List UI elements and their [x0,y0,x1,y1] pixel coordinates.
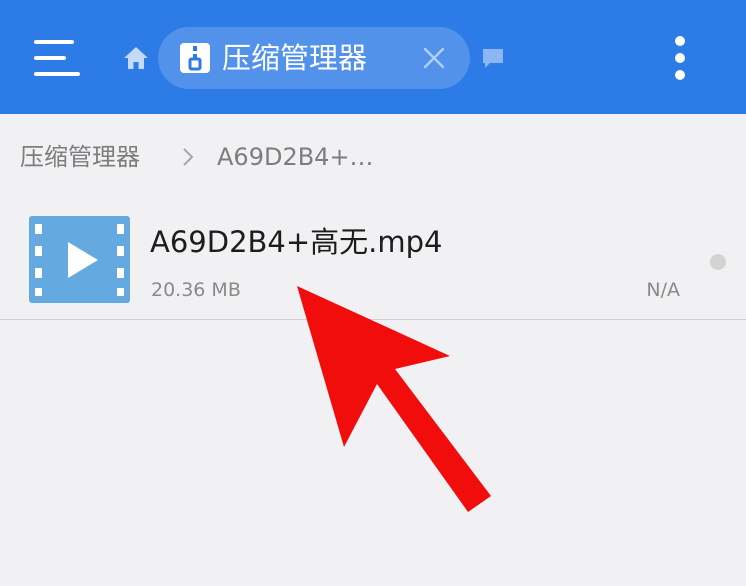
home-icon[interactable] [122,44,150,72]
breadcrumb-item-root[interactable]: 压缩管理器 [20,142,140,172]
chevron-right-icon [183,148,194,166]
close-icon[interactable] [420,44,448,72]
file-date: N/A [646,279,680,301]
tab-archive-manager[interactable]: 压缩管理器 [158,27,470,89]
top-toolbar: 压缩管理器 [0,0,746,114]
file-list-item[interactable]: A69D2B4+高无.mp4 20.36 MB N/A [0,198,746,320]
video-file-icon [29,216,130,303]
archive-manager-icon [180,43,210,73]
file-name: A69D2B4+高无.mp4 [150,225,443,259]
hamburger-menu-icon[interactable] [34,40,80,76]
list-divider [0,319,746,320]
window-list-icon[interactable] [481,47,505,69]
tab-title: 压缩管理器 [222,41,368,75]
breadcrumb: 压缩管理器 A69D2B4+… [0,114,746,198]
more-vertical-icon[interactable] [668,34,692,82]
breadcrumb-item-current[interactable]: A69D2B4+… [217,142,374,172]
select-indicator[interactable] [710,254,726,270]
file-size: 20.36 MB [151,279,241,301]
